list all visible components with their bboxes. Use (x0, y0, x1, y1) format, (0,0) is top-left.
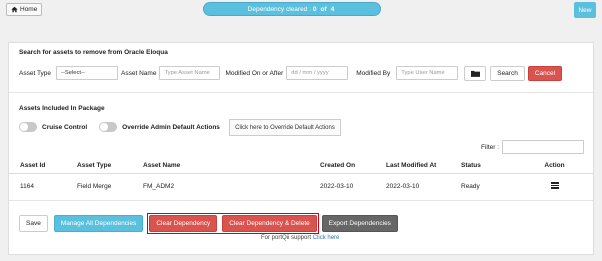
header-status: Status (450, 158, 516, 174)
folder-button[interactable] (464, 65, 487, 81)
override-admin-label: Override Admin Default Actions (122, 123, 220, 131)
export-dependencies-button[interactable]: Export Dependencies (321, 215, 398, 232)
filter-group: Filter : (481, 140, 585, 154)
asset-type-select[interactable]: --Select-- (56, 66, 119, 80)
modified-on-date-input[interactable]: dd / mm / yyyy (286, 66, 349, 80)
cell-asset-type: Field Merge (66, 173, 132, 201)
search-row: Asset Type --Select-- Asset Name Type As… (19, 65, 563, 81)
header-created-on: Created On (309, 158, 375, 174)
cell-status: Ready (450, 173, 516, 201)
header-asset-name: Asset Name (132, 158, 309, 174)
cruise-control-label: Cruise Control (42, 123, 88, 131)
cell-asset-id: 1164 (9, 173, 66, 201)
progress-prefix: Dependency cleared : (247, 5, 311, 13)
modified-on-label: Modified On or After (225, 69, 284, 77)
hamburger-menu-icon[interactable] (550, 181, 559, 190)
save-button[interactable]: Save (19, 215, 48, 232)
table-header-row: Asset Id Asset Type Asset Name Created O… (9, 158, 593, 174)
action-bar: Save Manage All Dependencies Clear Depen… (19, 213, 398, 234)
search-title: Search for assets to remove from Oracle … (19, 49, 168, 56)
cell-last-modified: 2022-03-10 (375, 173, 450, 201)
asset-type-value: --Select-- (61, 70, 85, 76)
main-panel: Search for assets to remove from Oracle … (8, 42, 594, 255)
header-asset-id: Asset Id (9, 158, 66, 174)
header-asset-type: Asset Type (66, 158, 132, 174)
cruise-control-toggle[interactable] (19, 122, 37, 132)
toggle-row: Cruise Control Override Admin Default Ac… (19, 120, 220, 134)
dependency-progress: Dependency cleared : 0 of 4 (203, 2, 381, 16)
modified-by-input[interactable]: Type User Name (396, 66, 459, 80)
package-title: Assets Included In Package (19, 105, 105, 112)
support-text: For portQii support (261, 235, 312, 241)
filter-input[interactable] (502, 140, 585, 154)
home-icon (11, 6, 18, 13)
folder-icon (470, 70, 480, 77)
home-label: Home (20, 6, 38, 13)
override-admin-toggle[interactable] (99, 122, 118, 132)
progress-total: 4 (330, 5, 335, 13)
header-last-modified: Last Modified At (375, 158, 450, 174)
progress-done: 0 (312, 5, 317, 13)
asset-type-label: Asset Type (19, 69, 52, 77)
asset-name-label: Asset Name (121, 69, 157, 77)
home-button[interactable]: Home (6, 3, 43, 16)
search-button[interactable]: Search (490, 65, 525, 81)
assets-table: Asset Id Asset Type Asset Name Created O… (9, 158, 593, 201)
support-link[interactable]: Click here (313, 235, 340, 241)
new-button[interactable]: New (574, 2, 596, 18)
table-row: 1164 Field Merge FM_ADM2 2022-03-10 2022… (9, 173, 593, 201)
modified-by-label: Modified By (356, 69, 391, 77)
cell-asset-name: FM_ADM2 (132, 173, 309, 201)
override-default-actions-button[interactable]: Click here to Override Default Actions (229, 119, 341, 136)
asset-name-input[interactable]: Type Asset Name (159, 66, 221, 80)
top-bar: Home Dependency cleared : 0 of 4 New (0, 0, 602, 20)
section-divider (9, 92, 593, 93)
cell-created-on: 2022-03-10 (309, 173, 375, 201)
clear-actions-highlight: Clear Dependency Clear Dependency & Dele… (147, 213, 319, 234)
support-footer: For portQii support Click here (261, 235, 339, 241)
cancel-button[interactable]: Cancel (527, 65, 563, 81)
clear-dependency-delete-button[interactable]: Clear Dependency & Delete (222, 215, 317, 232)
header-action: Action (516, 158, 593, 174)
clear-dependency-button[interactable]: Clear Dependency (149, 215, 218, 232)
manage-dependencies-button[interactable]: Manage All Dependencies (53, 215, 144, 232)
filter-label: Filter : (481, 143, 500, 151)
progress-of: of (320, 5, 327, 13)
cell-action (516, 173, 593, 201)
